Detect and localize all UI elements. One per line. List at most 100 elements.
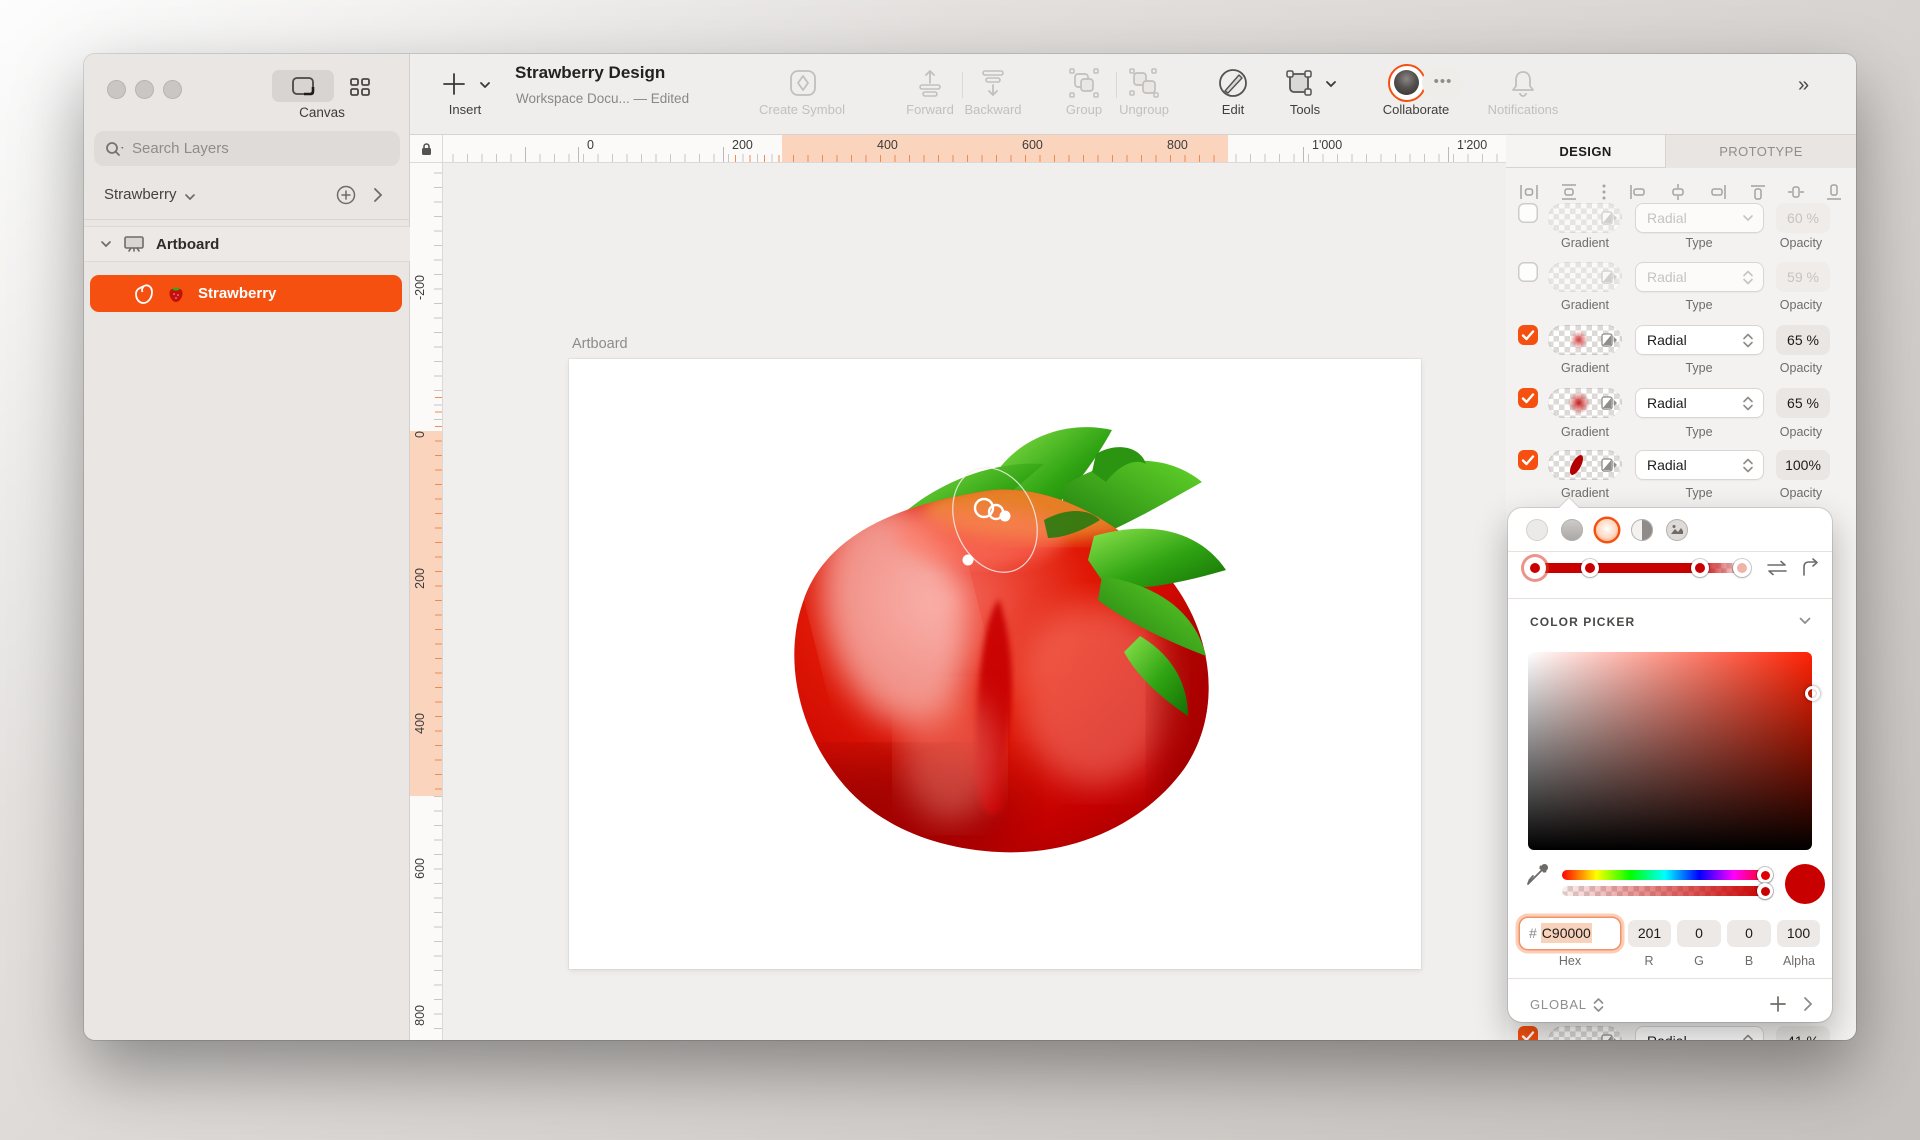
grid-view-icon[interactable] <box>348 76 372 98</box>
gradient-type-dropdown[interactable]: Radial <box>1635 325 1764 355</box>
alpha-slider[interactable] <box>1562 886 1768 896</box>
collapse-chevron-icon[interactable] <box>1798 616 1812 626</box>
gradient-swatch[interactable] <box>1548 388 1622 418</box>
gradient-swatch[interactable] <box>1548 450 1622 480</box>
gradient-stop[interactable] <box>1581 559 1599 577</box>
align-left-icon[interactable] <box>1627 182 1649 202</box>
align-middle-vertical-icon[interactable] <box>1786 182 1806 202</box>
color-picker-header[interactable]: COLOR PICKER <box>1530 615 1635 629</box>
horizontal-ruler[interactable]: 0 200 400 600 800 1'000 1'200 <box>443 135 1506 163</box>
blue-input[interactable]: 0 <box>1727 920 1771 947</box>
search-layers-field[interactable] <box>94 131 400 166</box>
chevron-down-icon[interactable] <box>100 240 112 248</box>
rotate-gradient-icon[interactable] <box>1800 558 1822 578</box>
create-symbol-icon[interactable] <box>786 66 820 100</box>
opacity-field[interactable]: 60 % <box>1776 203 1830 233</box>
page-selector[interactable]: Strawberry <box>104 186 177 203</box>
global-section-label[interactable]: GLOBAL <box>1530 997 1587 1012</box>
fill-checkbox[interactable] <box>1518 388 1538 408</box>
tools-chevron-icon[interactable] <box>1324 79 1338 89</box>
section-stepper-icon[interactable] <box>1592 997 1605 1013</box>
insert-button[interactable] <box>440 70 468 98</box>
saturation-handle[interactable] <box>1805 686 1820 701</box>
eyedropper-icon[interactable] <box>1524 862 1550 888</box>
flip-gradient-icon[interactable] <box>1764 558 1790 578</box>
gradient-type-dropdown[interactable]: Radial <box>1635 262 1764 292</box>
fill-checkbox[interactable] <box>1518 325 1538 345</box>
more-options-icon[interactable] <box>1599 182 1609 202</box>
align-top-icon[interactable] <box>1748 182 1768 202</box>
align-center-horizontal-icon[interactable] <box>1667 182 1689 202</box>
canvas-viewport[interactable]: Artboard <box>443 163 1506 1040</box>
gradient-type-dropdown[interactable]: Radial <box>1635 450 1764 480</box>
collaborator-avatar[interactable] <box>1388 64 1426 102</box>
gradient-handle[interactable] <box>962 554 974 566</box>
opacity-field[interactable]: 100% <box>1776 450 1830 480</box>
hue-handle[interactable] <box>1757 867 1773 883</box>
opacity-field[interactable]: 41 % <box>1776 1026 1830 1040</box>
lock-icon[interactable] <box>420 142 433 156</box>
gradient-type-dropdown[interactable]: Radial <box>1635 1026 1764 1040</box>
gradient-type-dropdown[interactable]: Radial <box>1635 388 1764 418</box>
alpha-handle[interactable] <box>1757 883 1773 899</box>
insert-chevron-icon[interactable] <box>478 80 492 90</box>
hue-slider[interactable] <box>1562 870 1768 880</box>
gradient-stop[interactable] <box>1691 559 1709 577</box>
distribute-horizontal-icon[interactable] <box>1518 182 1540 202</box>
artboard-title[interactable]: Artboard <box>572 336 628 352</box>
edit-icon[interactable] <box>1216 66 1250 100</box>
toolbar-overflow-chevrons[interactable]: » <box>1798 74 1809 97</box>
window-minimize-button[interactable] <box>135 80 154 99</box>
tab-design[interactable]: DESIGN <box>1506 135 1665 168</box>
fill-type-flat[interactable] <box>1526 519 1548 541</box>
opacity-field[interactable]: 65 % <box>1776 388 1830 418</box>
gradient-swatch[interactable] <box>1548 262 1622 292</box>
green-input[interactable]: 0 <box>1677 920 1721 947</box>
gradient-stop[interactable] <box>1733 559 1751 577</box>
layer-tree-artboard[interactable]: Artboard <box>84 226 410 262</box>
alpha-input[interactable]: 100 <box>1777 920 1820 947</box>
fill-checkbox[interactable] <box>1518 203 1538 223</box>
move-forward-icon[interactable] <box>914 67 946 99</box>
hex-input[interactable]: # C90000 <box>1520 918 1620 949</box>
chevron-down-icon[interactable] <box>184 193 196 201</box>
fill-checkbox[interactable] <box>1518 1026 1538 1040</box>
fill-type-angular-gradient[interactable] <box>1631 519 1653 541</box>
gradient-bar[interactable] <box>1534 563 1744 573</box>
opacity-field[interactable]: 65 % <box>1776 325 1830 355</box>
group-icon[interactable] <box>1067 66 1101 100</box>
red-input[interactable]: 201 <box>1628 920 1671 947</box>
expand-pages-icon[interactable] <box>372 186 384 204</box>
canvas-view-toggle[interactable] <box>272 70 334 102</box>
collaborate-more-dots[interactable]: ••• <box>1422 66 1464 100</box>
notifications-bell-icon[interactable] <box>1506 66 1540 100</box>
gradient-type-dropdown[interactable]: Radial <box>1635 203 1764 233</box>
align-bottom-icon[interactable] <box>1824 182 1844 202</box>
fill-type-linear-gradient[interactable] <box>1561 519 1583 541</box>
tab-prototype[interactable]: PROTOTYPE <box>1665 135 1856 168</box>
fill-checkbox[interactable] <box>1518 262 1538 282</box>
fill-checkbox[interactable] <box>1518 450 1538 470</box>
gradient-handle[interactable] <box>999 510 1011 522</box>
ungroup-icon[interactable] <box>1127 66 1161 100</box>
tools-icon[interactable] <box>1282 66 1316 100</box>
gradient-stop-selected[interactable] <box>1526 559 1544 577</box>
opacity-field[interactable]: 59 % <box>1776 262 1830 292</box>
distribute-vertical-icon[interactable] <box>1558 182 1580 202</box>
window-close-button[interactable] <box>107 80 126 99</box>
strawberry-artwork[interactable] <box>744 424 1264 894</box>
align-right-icon[interactable] <box>1707 182 1729 202</box>
expand-global-icon[interactable] <box>1802 995 1814 1013</box>
move-backward-icon[interactable] <box>977 67 1009 99</box>
fill-type-pattern[interactable] <box>1666 519 1688 541</box>
fill-type-radial-gradient[interactable] <box>1596 519 1618 541</box>
layer-row-strawberry[interactable]: Strawberry <box>90 275 402 312</box>
gradient-swatch[interactable] <box>1548 1026 1622 1040</box>
gradient-swatch[interactable] <box>1548 325 1622 355</box>
saturation-square[interactable] <box>1528 652 1812 850</box>
window-zoom-button[interactable] <box>163 80 182 99</box>
add-global-color-icon[interactable] <box>1768 994 1788 1014</box>
add-page-icon[interactable] <box>334 183 358 207</box>
gradient-swatch[interactable] <box>1548 203 1622 233</box>
search-input[interactable] <box>132 140 362 157</box>
